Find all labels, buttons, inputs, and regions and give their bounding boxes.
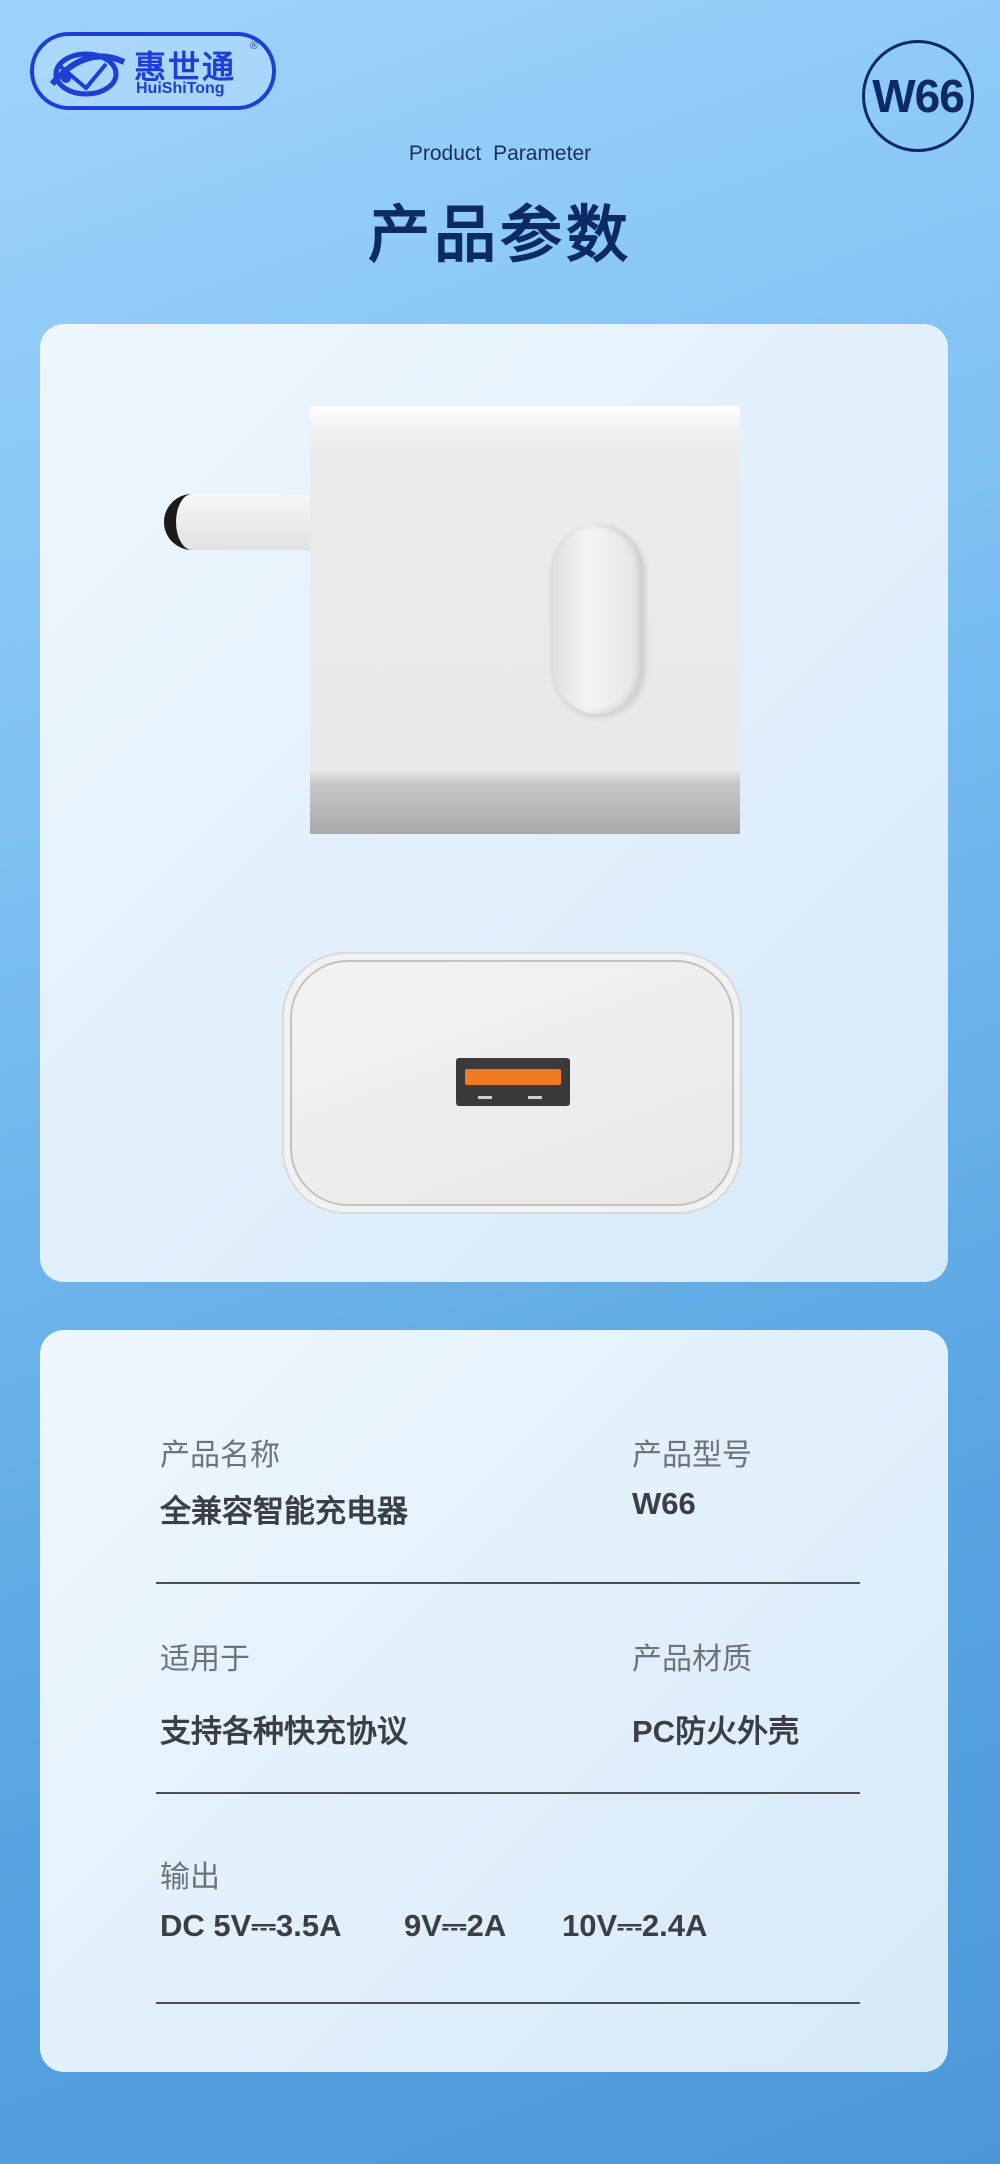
- applicable-value: 支持各种快充协议: [160, 1714, 408, 1749]
- product-model-value: W66: [632, 1486, 696, 1521]
- output-label: 输出: [160, 1861, 220, 1894]
- usb-port-insert: [465, 1069, 561, 1085]
- output-value-5v: DC 5V⎓3.5A: [160, 1908, 342, 1943]
- product-image-card: [40, 324, 948, 1282]
- output-value-9v: 9V⎓2A: [404, 1908, 507, 1943]
- charger-plug-prong: [164, 494, 310, 550]
- product-model-label: 产品型号: [632, 1439, 752, 1472]
- usb-pin: [528, 1096, 542, 1099]
- material-value: PC防火外壳: [632, 1714, 800, 1749]
- product-name-value: 全兼容智能充电器: [160, 1494, 408, 1529]
- model-badge: W66: [862, 40, 974, 152]
- material-label: 产品材质: [632, 1643, 752, 1676]
- brand-name-en: HuiShiTong: [136, 80, 225, 97]
- globe-icon: [49, 51, 126, 97]
- brand-logo: 惠世通 HuiShiTong ®: [30, 32, 276, 110]
- spec-card: 产品名称 全兼容智能充电器 产品型号 W66 适用于 支持各种快充协议 产品材质…: [40, 1330, 948, 2072]
- usb-pin: [478, 1096, 492, 1099]
- applicable-label: 适用于: [160, 1643, 250, 1676]
- output-value-10v: 10V⎓2.4A: [562, 1908, 708, 1943]
- product-name-label: 产品名称: [160, 1439, 280, 1472]
- page-title: 产品参数: [367, 201, 632, 270]
- divider: [156, 1582, 860, 1584]
- registered-mark: ®: [249, 40, 258, 52]
- charger-side-view: [310, 406, 740, 834]
- charger-side-indent: [551, 524, 643, 714]
- divider: [156, 2002, 860, 2004]
- page-subtitle: Product Parameter: [408, 142, 592, 165]
- divider: [156, 1792, 860, 1794]
